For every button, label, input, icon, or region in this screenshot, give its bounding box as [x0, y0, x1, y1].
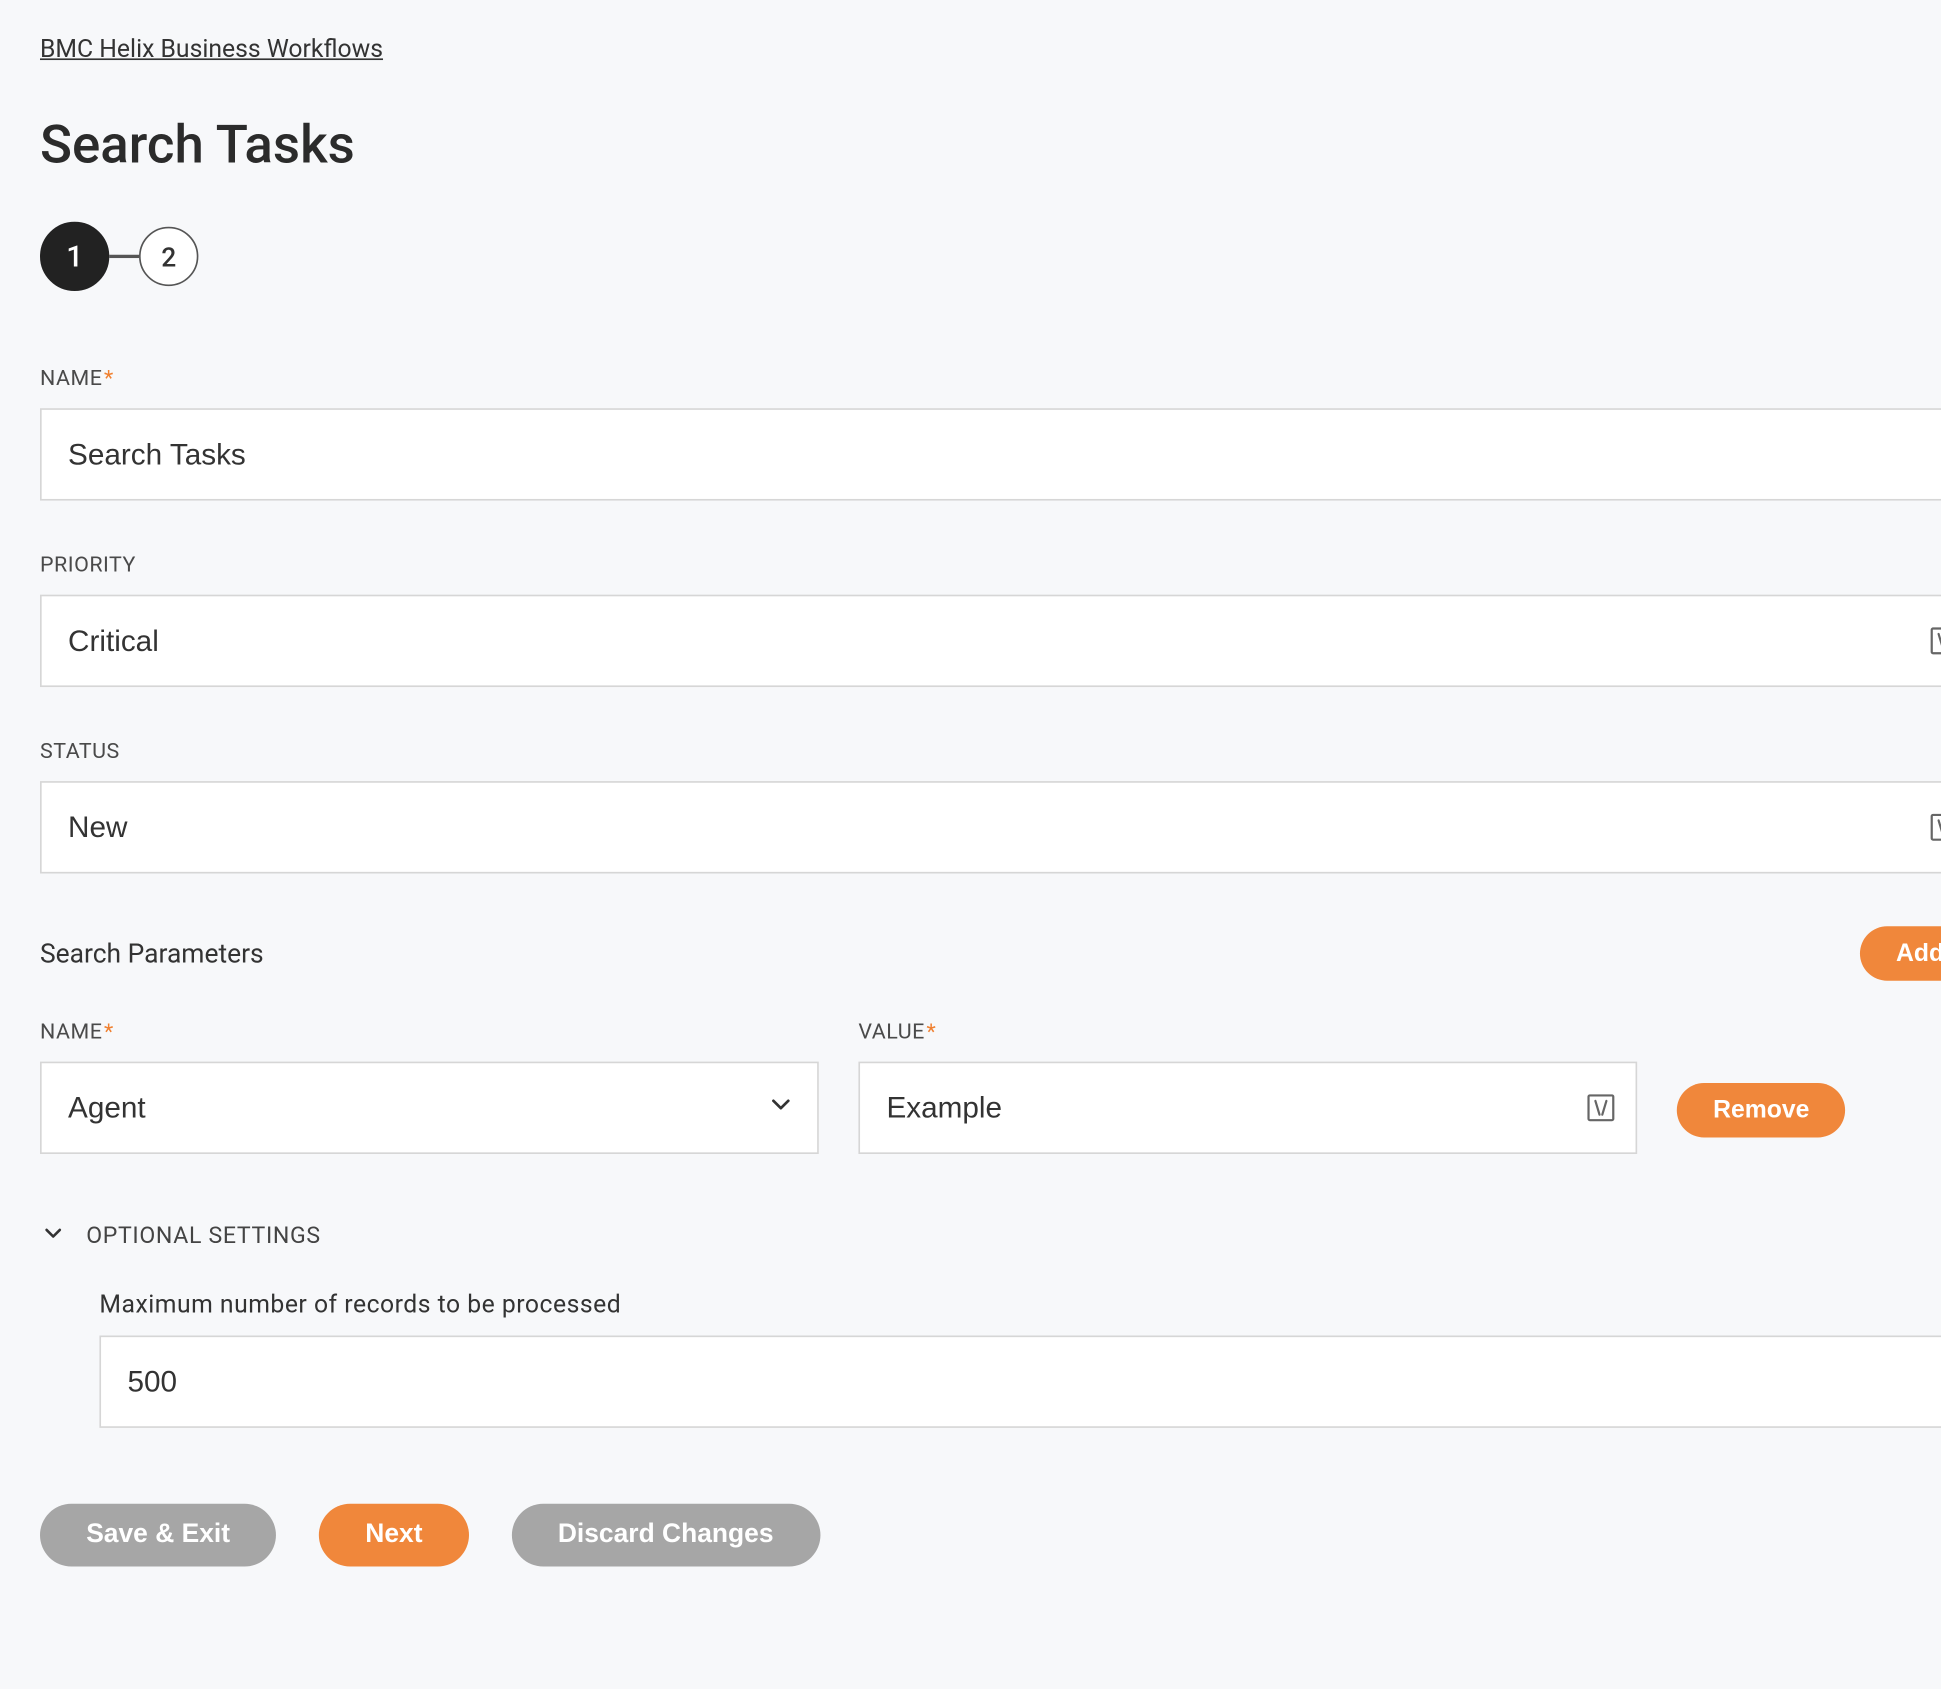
discard-button[interactable]: Discard Changes: [512, 1504, 820, 1567]
required-star-icon: *: [104, 1020, 114, 1045]
step-connector: [109, 255, 139, 257]
status-label: STATUS: [40, 740, 1941, 765]
chevron-down-icon: [40, 1220, 66, 1253]
param-name-select[interactable]: [40, 1062, 819, 1154]
name-input[interactable]: [40, 408, 1941, 500]
add-button[interactable]: Add: [1860, 926, 1941, 980]
save-exit-button[interactable]: Save & Exit: [40, 1504, 276, 1567]
param-value-input[interactable]: [858, 1062, 1637, 1154]
max-records-label: Maximum number of records to be processe…: [99, 1289, 1941, 1319]
priority-input[interactable]: [40, 595, 1941, 687]
param-name-label-text: NAME: [40, 1020, 102, 1045]
next-button[interactable]: Next: [319, 1504, 469, 1567]
breadcrumb[interactable]: BMC Helix Business Workflows: [40, 34, 383, 64]
param-name-label: NAME*: [40, 1020, 819, 1045]
required-star-icon: *: [104, 367, 114, 392]
param-value-label-text: VALUE: [858, 1020, 924, 1045]
step-1[interactable]: 1: [40, 222, 109, 291]
step-2[interactable]: 2: [139, 227, 198, 286]
priority-label: PRIORITY: [40, 553, 1941, 578]
stepper: 1 2: [40, 222, 1941, 291]
remove-button[interactable]: Remove: [1677, 1083, 1846, 1137]
max-records-input[interactable]: [99, 1336, 1941, 1428]
optional-settings-label: OPTIONAL SETTINGS: [86, 1223, 321, 1249]
param-row: NAME* VALUE* Remove: [40, 1020, 1941, 1154]
name-label: NAME*: [40, 367, 1941, 392]
required-star-icon: *: [926, 1020, 936, 1045]
search-params-title: Search Parameters: [40, 938, 264, 969]
status-input[interactable]: [40, 781, 1941, 873]
name-label-text: NAME: [40, 367, 102, 392]
page-title: Search Tasks: [40, 113, 1941, 176]
param-value-label: VALUE*: [858, 1020, 1637, 1045]
optional-settings-toggle[interactable]: OPTIONAL SETTINGS: [40, 1220, 1941, 1253]
